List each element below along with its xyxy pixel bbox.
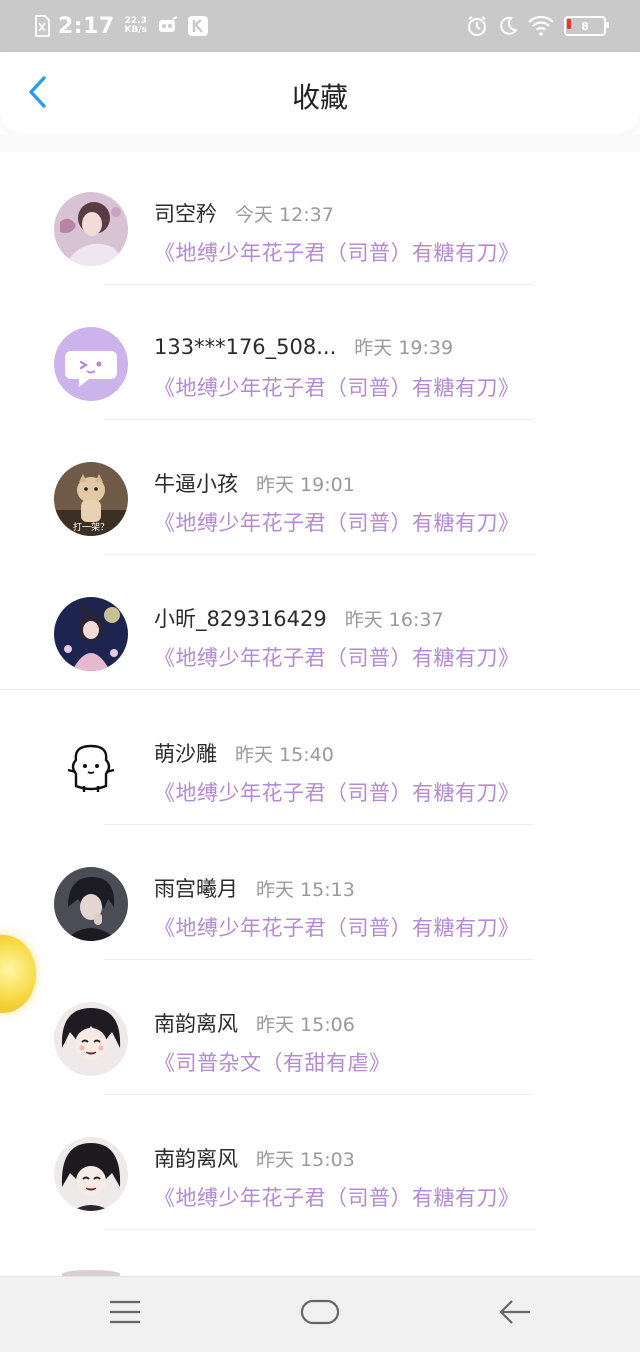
item-time: 昨天 19:39 [354, 337, 454, 359]
item-header: 小昕_829316429 昨天 16:37 [154, 603, 444, 633]
story-title-link[interactable]: 《地缚少年花子君（司普）有糖有刀》 [154, 642, 520, 672]
story-title-link[interactable]: 《地缚少年花子君（司普）有糖有刀》 [154, 912, 520, 942]
wifi-icon [528, 16, 554, 36]
user-name[interactable]: 萌沙雕 [154, 738, 217, 768]
story-title-link[interactable]: 《司普杂文（有甜有虐》 [154, 1047, 391, 1077]
list-item[interactable]: 南韵离风 昨天 15:06 《司普杂文（有甜有虐》 [0, 962, 640, 1097]
back-arrow-icon [498, 1298, 532, 1330]
avatar[interactable] [54, 597, 128, 671]
system-nav-bar [0, 1276, 640, 1352]
menu-button[interactable] [95, 1292, 155, 1336]
item-time: 昨天 15:40 [235, 744, 334, 766]
list-item[interactable]: 南韵离风 昨天 15:03 《地缚少年花子君（司普）有糖有刀》 [0, 1097, 640, 1232]
item-time: 昨天 15:13 [256, 879, 355, 901]
user-name[interactable]: 雨宫曦月 [154, 873, 238, 903]
avatar[interactable] [54, 867, 128, 941]
sim-off-icon [34, 15, 50, 37]
story-title-link[interactable]: 《地缚少年花子君（司普）有糖有刀》 [154, 507, 520, 537]
story-title-link[interactable]: 《地缚少年花子君（司普）有糖有刀》 [154, 1182, 520, 1212]
divider [104, 419, 534, 420]
status-time: 2:17 [58, 13, 115, 39]
list-item[interactable]: 司空矜 今天 12:37 《地缚少年花子君（司普）有糖有刀》 [0, 152, 640, 287]
network-speed-unit: KB/s [124, 25, 147, 35]
status-bar: 2:17 22.3 KB/s 8 [0, 0, 640, 52]
user-name[interactable]: 南韵离风 [154, 1008, 238, 1038]
item-time: 今天 12:37 [235, 204, 334, 226]
item-header: 133***176_508... 昨天 19:39 [154, 333, 453, 360]
home-icon [300, 1298, 340, 1330]
item-header: 南韵离风 昨天 15:06 [154, 1008, 355, 1038]
item-time: 昨天 16:37 [344, 609, 444, 631]
item-time: 昨天 15:06 [256, 1014, 355, 1036]
item-header: 南韵离风 昨天 15:03 [154, 1143, 355, 1173]
list-item[interactable]: 133***176_508... 昨天 19:39 《地缚少年花子君（司普）有糖… [0, 287, 640, 422]
alarm-icon [466, 15, 488, 37]
list-item[interactable]: 雨宫曦月 昨天 15:13 《地缚少年花子君（司普）有糖有刀》 [0, 827, 640, 962]
list-item[interactable]: 小昕_829316429 昨天 16:37 《地缚少年花子君（司普）有糖有刀》 [0, 557, 640, 692]
kk-app-icon [157, 16, 179, 36]
nav-back-button[interactable] [485, 1292, 545, 1336]
item-time: 昨天 19:01 [256, 474, 355, 496]
favorites-list: 司空矜 今天 12:37 《地缚少年花子君（司普）有糖有刀》 133***176… [0, 152, 640, 1232]
network-speed: 22.3 KB/s [123, 17, 149, 35]
divider [104, 1229, 534, 1230]
avatar[interactable] [54, 1002, 128, 1076]
story-title-link[interactable]: 《地缚少年花子君（司普）有糖有刀》 [154, 237, 520, 267]
item-header: 司空矜 今天 12:37 [154, 198, 334, 228]
avatar[interactable] [54, 327, 128, 401]
list-item[interactable]: 打一架？ 牛逼小孩 昨天 19:01 《地缚少年花子君（司普）有糖有刀》 [0, 422, 640, 557]
user-name[interactable]: 牛逼小孩 [154, 468, 238, 498]
app-header: 收藏 [0, 52, 640, 134]
divider [104, 959, 534, 960]
divider [0, 689, 640, 690]
user-name[interactable]: 小昕_829316429 [154, 603, 327, 633]
home-button[interactable] [290, 1292, 350, 1336]
item-header: 雨宫曦月 昨天 15:13 [154, 873, 355, 903]
user-name[interactable]: 133***176_508... [154, 335, 336, 359]
k-app-icon [187, 15, 209, 37]
avatar-caption: 打一架？ [73, 521, 109, 533]
story-title-link[interactable]: 《地缚少年花子君（司普）有糖有刀》 [154, 372, 520, 402]
divider [104, 1094, 534, 1095]
item-header: 牛逼小孩 昨天 19:01 [154, 468, 355, 498]
status-bar-right: 8 [466, 10, 609, 42]
user-name[interactable]: 南韵离风 [154, 1143, 238, 1173]
list-item[interactable]: 萌沙雕 昨天 15:40 《地缚少年花子君（司普）有糖有刀》 [0, 692, 640, 827]
item-time: 昨天 15:03 [256, 1149, 355, 1171]
header-gap [0, 134, 640, 152]
divider [104, 824, 534, 825]
status-bar-left: 2:17 22.3 KB/s [34, 10, 209, 42]
avatar[interactable] [54, 192, 128, 266]
avatar[interactable] [54, 1137, 128, 1211]
avatar[interactable] [54, 732, 128, 806]
avatar[interactable]: 打一架？ [54, 462, 128, 536]
divider [104, 554, 534, 555]
divider [104, 284, 534, 285]
item-header: 萌沙雕 昨天 15:40 [154, 738, 334, 768]
story-title-link[interactable]: 《地缚少年花子君（司普）有糖有刀》 [154, 777, 520, 807]
moon-icon [498, 16, 518, 36]
battery-level: 8 [581, 19, 589, 33]
page-title: 收藏 [291, 81, 348, 114]
battery-icon: 8 [564, 16, 609, 36]
user-name[interactable]: 司空矜 [154, 198, 217, 228]
menu-icon [108, 1299, 142, 1329]
